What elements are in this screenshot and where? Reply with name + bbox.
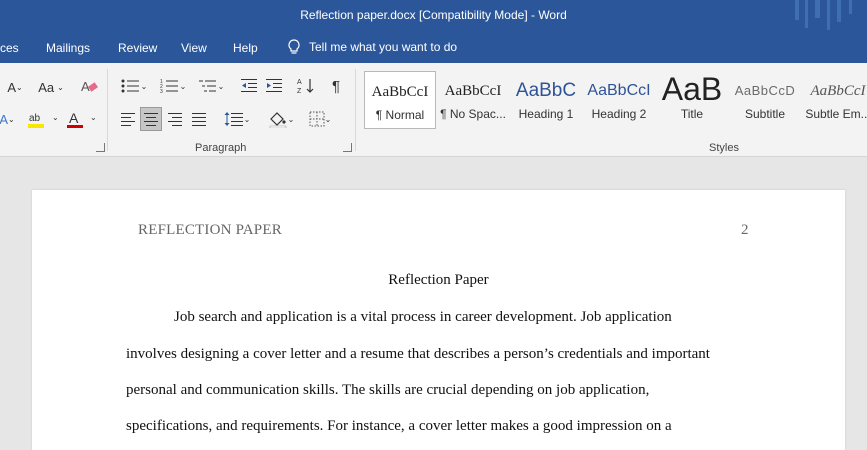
svg-text:A: A — [69, 110, 79, 126]
sort-icon: AZ — [297, 79, 314, 95]
line-spacing-button[interactable]: ⌄ — [220, 107, 254, 131]
paragraph-line: personal and communication skills. The s… — [126, 382, 650, 398]
align-right-button[interactable] — [164, 107, 186, 131]
highlighter-icon: ab — [28, 113, 44, 128]
svg-text:Z: Z — [297, 88, 302, 95]
style-normal[interactable]: AaBbCcI ¶ Normal — [364, 71, 436, 129]
justify-button[interactable] — [188, 107, 210, 131]
align-left-button[interactable] — [117, 107, 139, 131]
paragraph-dialog-launcher[interactable] — [343, 143, 352, 152]
numbering-icon: 123 — [160, 79, 178, 94]
paragraph-line: involves designing a cover letter and a … — [126, 346, 710, 362]
style-heading-1[interactable]: AaBbC Heading 1 — [510, 71, 582, 129]
align-right-icon — [168, 113, 182, 126]
font-shrink-button[interactable]: A ⌄ — [4, 77, 26, 97]
align-left-icon — [121, 113, 135, 126]
increase-indent-icon — [266, 79, 282, 92]
text-effects-button[interactable]: A ⌄ — [0, 109, 16, 129]
page-number: 2 — [741, 222, 749, 238]
justify-icon — [192, 113, 206, 126]
paragraph-line: specifications, and requirements. For in… — [126, 418, 672, 434]
tab-mailings[interactable]: Mailings — [46, 41, 90, 55]
running-head: REFLECTION PAPER — [138, 222, 282, 238]
style-no-spacing[interactable]: AaBbCcI ¶ No Spac... — [437, 71, 509, 129]
paragraph-line: Job search and application is a vital pr… — [174, 309, 672, 325]
tell-me-text: Tell me what you want to do — [309, 40, 458, 54]
multilevel-list-button[interactable]: ⌄ — [194, 75, 228, 97]
lightbulb-icon — [288, 39, 300, 54]
bullets-icon — [121, 79, 139, 93]
document-canvas: REFLECTION PAPER 2 Reflection Paper Job … — [0, 158, 867, 450]
tab-references[interactable]: ces — [0, 41, 19, 55]
decrease-indent-button[interactable] — [238, 75, 260, 97]
style-subtitle[interactable]: AaBbCcD Subtitle — [729, 71, 801, 129]
document-title: Reflection Paper — [388, 272, 489, 288]
font-dialog-launcher[interactable] — [96, 143, 105, 152]
line-spacing-icon — [224, 112, 243, 126]
style-title[interactable]: AaB Title — [656, 71, 728, 129]
tab-help[interactable]: Help — [233, 41, 258, 55]
borders-button[interactable]: ⌄ — [303, 107, 337, 131]
styles-group-label: Styles — [709, 142, 739, 154]
document-page[interactable]: REFLECTION PAPER 2 Reflection Paper Job … — [32, 190, 845, 450]
svg-text:A: A — [297, 79, 302, 86]
svg-text:ab: ab — [29, 113, 41, 124]
window-title: Reflection paper.docx [Compatibility Mod… — [300, 8, 567, 22]
decrease-indent-icon — [241, 79, 257, 92]
numbering-button[interactable]: 1 2 3 ⌄ — [156, 75, 190, 97]
highlight-color-button[interactable]: ab — [24, 107, 50, 131]
paragraph-group-label: Paragraph — [195, 142, 247, 154]
ribbon-tabs: ces Mailings Review View Help Tell me wh… — [0, 33, 867, 63]
increase-indent-button[interactable] — [263, 75, 285, 97]
borders-icon — [309, 111, 325, 127]
title-bar-decoration — [795, 0, 852, 30]
show-formatting-marks-icon[interactable]: ¶ — [325, 75, 347, 97]
style-subtle-emphasis[interactable]: AaBbCcI Subtle Em... — [802, 71, 867, 129]
tab-view[interactable]: View — [181, 41, 207, 55]
ribbon: A⌄ Aa⌄ A A⌄ ab ⌄ A ⌄ ⌄ 123⌄ ⌄ AZ ¶ — [0, 63, 867, 157]
font-color-button[interactable]: A — [62, 107, 88, 131]
align-center-button[interactable] — [140, 107, 162, 131]
clear-formatting-icon[interactable]: A — [78, 75, 100, 97]
style-heading-2[interactable]: AaBbCcI Heading 2 — [583, 71, 655, 129]
font-color-icon: A — [67, 110, 83, 128]
bullets-button[interactable]: ⌄ — [117, 75, 151, 97]
align-center-icon — [144, 113, 158, 126]
title-bar: Reflection paper.docx [Compatibility Mod… — [0, 0, 867, 33]
shading-button[interactable]: ⌄ — [264, 107, 298, 131]
change-case-button[interactable]: Aa ⌄ — [34, 77, 68, 97]
tell-me-box[interactable]: Tell me what you want to do — [287, 39, 457, 55]
svg-text:3: 3 — [160, 89, 163, 94]
styles-gallery: AaBbCcI ¶ Normal AaBbCcI ¶ No Spac... Aa… — [364, 71, 867, 129]
paint-bucket-icon — [269, 112, 286, 128]
group-separator — [107, 69, 108, 151]
sort-button[interactable]: AZ — [295, 75, 317, 97]
tab-review[interactable]: Review — [118, 41, 157, 55]
multilevel-list-icon — [198, 80, 216, 92]
group-separator — [355, 69, 356, 151]
